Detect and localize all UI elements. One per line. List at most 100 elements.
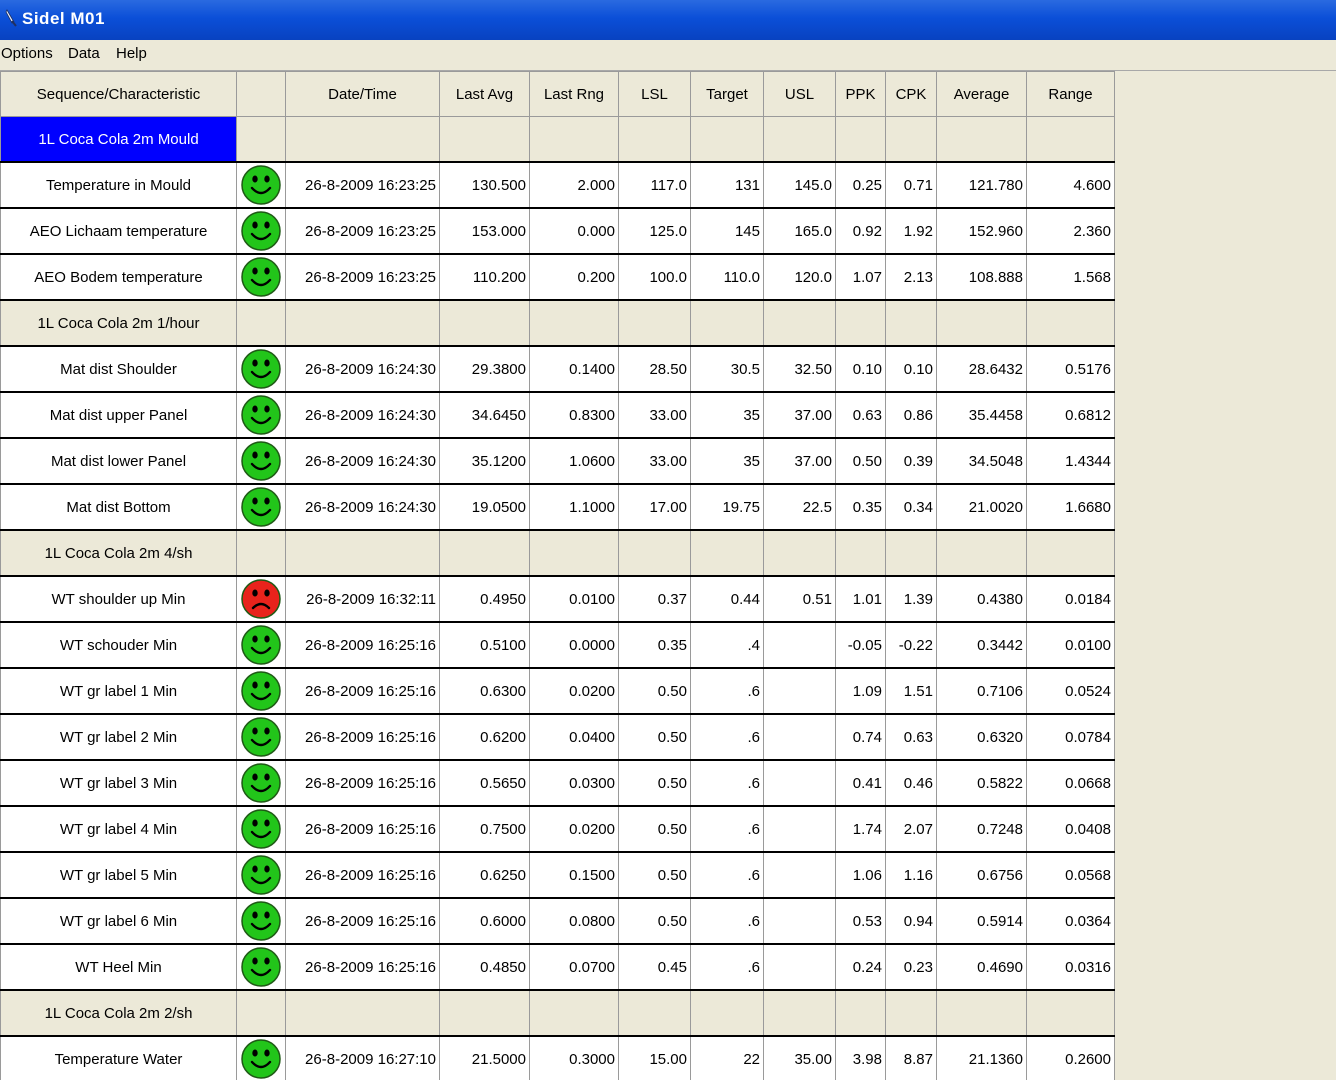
sequence-row[interactable]: 1L Coca Cola 2m 2/sh — [0, 989, 1115, 1037]
col-header-last-avg[interactable]: Last Avg — [439, 71, 530, 117]
col-header-status[interactable] — [236, 71, 286, 117]
sequence-label[interactable]: 1L Coca Cola 2m 2/sh — [0, 989, 237, 1037]
status-cell[interactable] — [236, 1035, 286, 1080]
sequence-row[interactable]: 1L Coca Cola 2m Mould — [0, 116, 1115, 163]
characteristic-name[interactable]: AEO Lichaam temperature — [0, 207, 237, 255]
characteristic-row[interactable]: WT schouder Min 26-8-2009 16:25:16 0.5100 0… — [0, 621, 1115, 669]
characteristic-name[interactable]: WT schouder Min — [0, 621, 237, 669]
characteristic-name[interactable]: Temperature in Mould — [0, 161, 237, 209]
characteristic-name[interactable]: Mat dist lower Panel — [0, 437, 237, 485]
col-header-ppk[interactable]: PPK — [835, 71, 886, 117]
status-cell[interactable] — [236, 713, 286, 761]
characteristic-name[interactable]: WT gr label 2 Min — [0, 713, 237, 761]
empty-cell — [763, 299, 836, 347]
ppk-cell: 1.06 — [835, 851, 886, 899]
characteristic-name[interactable]: WT gr label 4 Min — [0, 805, 237, 853]
characteristic-row[interactable]: Mat dist Shoulder 26-8-2009 16:24:30 29.38… — [0, 345, 1115, 393]
last-avg-cell: 130.500 — [439, 161, 530, 209]
lsl-cell: 28.50 — [618, 345, 691, 393]
col-header-range[interactable]: Range — [1026, 71, 1115, 117]
spc-grid-area: Sequence/Characteristic Date/Time Last A… — [0, 71, 1336, 1080]
status-cell[interactable] — [236, 483, 286, 531]
characteristic-row[interactable]: WT gr label 2 Min 26-8-2009 16:25:16 0.620… — [0, 713, 1115, 761]
characteristic-row[interactable]: WT gr label 6 Min 26-8-2009 16:25:16 0.600… — [0, 897, 1115, 945]
empty-cell — [529, 989, 619, 1037]
datetime-cell: 26-8-2009 16:24:30 — [285, 391, 440, 439]
status-cell[interactable] — [236, 759, 286, 807]
col-header-sequence[interactable]: Sequence/Characteristic — [0, 71, 237, 117]
status-cell[interactable] — [236, 851, 286, 899]
cpk-cell: 0.23 — [885, 943, 937, 991]
lsl-cell: 0.50 — [618, 667, 691, 715]
menu-data[interactable]: Data — [68, 45, 100, 62]
col-header-datetime[interactable]: Date/Time — [285, 71, 440, 117]
status-cell[interactable] — [236, 943, 286, 991]
happy-face-icon — [241, 901, 281, 941]
sequence-label[interactable]: 1L Coca Cola 2m 1/hour — [0, 299, 237, 347]
characteristic-row[interactable]: Mat dist upper Panel 26-8-2009 16:24:30 34… — [0, 391, 1115, 439]
characteristic-row[interactable]: WT gr label 3 Min 26-8-2009 16:25:16 0.565… — [0, 759, 1115, 807]
menu-options[interactable]: Options — [1, 45, 53, 62]
last-rng-cell: 0.0700 — [529, 943, 619, 991]
datetime-cell: 26-8-2009 16:25:16 — [285, 713, 440, 761]
characteristic-row[interactable]: Mat dist Bottom 26-8-2009 16:24:30 19.0500… — [0, 483, 1115, 531]
col-header-lsl[interactable]: LSL — [618, 71, 691, 117]
status-cell[interactable] — [236, 207, 286, 255]
status-cell[interactable] — [236, 575, 286, 623]
status-cell[interactable] — [236, 621, 286, 669]
status-cell[interactable] — [236, 161, 286, 209]
characteristic-name[interactable]: WT gr label 5 Min — [0, 851, 237, 899]
sequence-row[interactable]: 1L Coca Cola 2m 4/sh — [0, 529, 1115, 577]
usl-cell: 37.00 — [763, 437, 836, 485]
characteristic-row[interactable]: WT Heel Min 26-8-2009 16:25:16 0.4850 0.070… — [0, 943, 1115, 991]
ppk-cell: 0.35 — [835, 483, 886, 531]
range-cell: 0.0524 — [1026, 667, 1115, 715]
characteristic-name[interactable]: WT shoulder up Min — [0, 575, 237, 623]
characteristic-name[interactable]: WT gr label 6 Min — [0, 897, 237, 945]
ppk-cell: 0.74 — [835, 713, 886, 761]
characteristic-name[interactable]: WT gr label 1 Min — [0, 667, 237, 715]
characteristic-name[interactable]: AEO Bodem temperature — [0, 253, 237, 301]
characteristic-name[interactable]: Mat dist Bottom — [0, 483, 237, 531]
last-avg-cell: 21.5000 — [439, 1035, 530, 1080]
status-cell[interactable] — [236, 253, 286, 301]
average-cell: 121.780 — [936, 161, 1027, 209]
characteristic-name[interactable]: Temperature Water — [0, 1035, 237, 1080]
sequence-label-selected[interactable]: 1L Coca Cola 2m Mould — [0, 116, 237, 163]
status-cell[interactable] — [236, 805, 286, 853]
status-cell[interactable] — [236, 437, 286, 485]
characteristic-name[interactable]: WT gr label 3 Min — [0, 759, 237, 807]
menu-help[interactable]: Help — [116, 45, 147, 62]
characteristic-name[interactable]: Mat dist upper Panel — [0, 391, 237, 439]
col-header-usl[interactable]: USL — [763, 71, 836, 117]
status-cell[interactable] — [236, 391, 286, 439]
characteristic-row[interactable]: WT gr label 4 Min 26-8-2009 16:25:16 0.750… — [0, 805, 1115, 853]
usl-cell — [763, 943, 836, 991]
characteristic-name[interactable]: WT Heel Min — [0, 943, 237, 991]
sequence-label[interactable]: 1L Coca Cola 2m 4/sh — [0, 529, 237, 577]
characteristic-row[interactable]: WT gr label 5 Min 26-8-2009 16:25:16 0.625… — [0, 851, 1115, 899]
col-header-target[interactable]: Target — [690, 71, 764, 117]
target-cell: 35 — [690, 391, 764, 439]
characteristic-row[interactable]: Mat dist lower Panel 26-8-2009 16:24:30 35… — [0, 437, 1115, 485]
characteristic-row[interactable]: AEO Lichaam temperature 26-8-2009 16:23:2… — [0, 207, 1115, 255]
col-header-average[interactable]: Average — [936, 71, 1027, 117]
characteristic-row[interactable]: Temperature Water 26-8-2009 16:27:10 21.50… — [0, 1035, 1115, 1080]
col-header-cpk[interactable]: CPK — [885, 71, 937, 117]
characteristic-row[interactable]: Temperature in Mould 26-8-2009 16:23:25 13… — [0, 161, 1115, 209]
characteristic-row[interactable]: WT shoulder up Min 26-8-2009 16:32:11 0.49… — [0, 575, 1115, 623]
target-cell: 131 — [690, 161, 764, 209]
characteristic-row[interactable]: AEO Bodem temperature 26-8-2009 16:23:25 1… — [0, 253, 1115, 301]
datetime-cell: 26-8-2009 16:23:25 — [285, 253, 440, 301]
status-cell[interactable] — [236, 897, 286, 945]
last-rng-cell: 0.0200 — [529, 805, 619, 853]
characteristic-row[interactable]: WT gr label 1 Min 26-8-2009 16:25:16 0.630… — [0, 667, 1115, 715]
range-cell: 1.4344 — [1026, 437, 1115, 485]
characteristic-name[interactable]: Mat dist Shoulder — [0, 345, 237, 393]
col-header-last-rng[interactable]: Last Rng — [529, 71, 619, 117]
status-cell[interactable] — [236, 667, 286, 715]
status-cell[interactable] — [236, 345, 286, 393]
sequence-row[interactable]: 1L Coca Cola 2m 1/hour — [0, 299, 1115, 347]
target-cell: .4 — [690, 621, 764, 669]
menu-bar: Options Data Help — [0, 40, 1336, 71]
